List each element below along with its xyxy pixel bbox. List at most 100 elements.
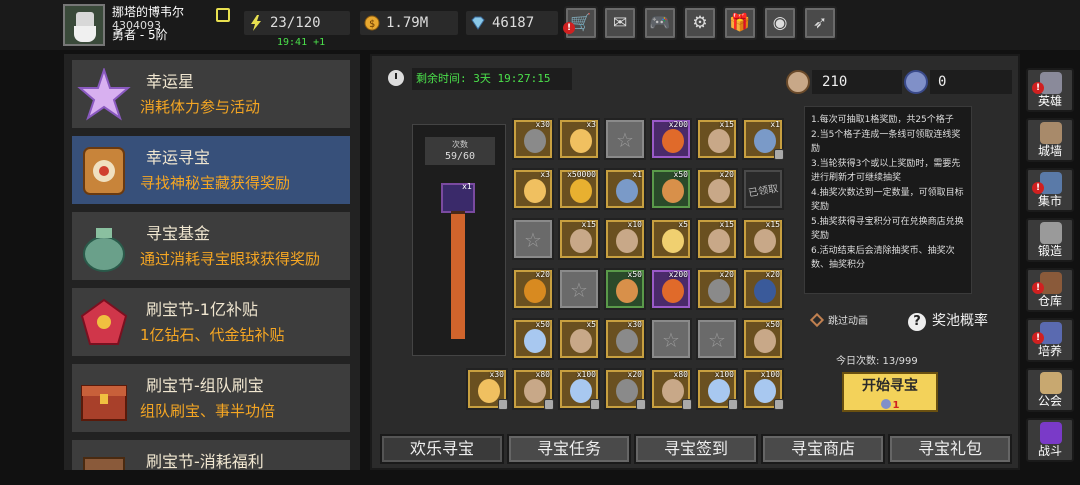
reward-item-icon bbox=[616, 229, 638, 253]
reward-count: x3 bbox=[586, 120, 596, 129]
reward-item-icon bbox=[524, 329, 546, 353]
reward-cell-claimed[interactable]: 已领取 bbox=[742, 168, 784, 210]
feather-button[interactable]: ➶ bbox=[803, 6, 837, 40]
event-subsidy[interactable]: 刷宝节-1亿补贴 1亿钻石、代金钻补贴 bbox=[72, 288, 350, 356]
reward-cell[interactable]: x3 bbox=[558, 118, 600, 160]
rule-line: 3.当轮获得3个或以上奖励时，需要先进行刷新才可继续抽奖 bbox=[811, 158, 961, 184]
reward-cell[interactable]: x20 bbox=[696, 168, 738, 210]
edit-icon[interactable] bbox=[216, 8, 230, 22]
reward-cell[interactable]: x30 bbox=[512, 118, 554, 160]
reward-cell[interactable]: x20 bbox=[604, 368, 646, 410]
reward-cell[interactable]: x50 bbox=[650, 168, 692, 210]
palette-button[interactable]: ◉ bbox=[763, 6, 797, 40]
settings-button[interactable]: ⚙ bbox=[683, 6, 717, 40]
reward-cell[interactable]: x3 bbox=[512, 168, 554, 210]
reward-cell[interactable]: x50000 bbox=[558, 168, 600, 210]
draw-coin-counter: 0 bbox=[904, 70, 1012, 94]
rules-box: 1.每次可抽取1格奖励，共25个格子 2.当5个格子连成一条线可领取连线奖励 3.当… bbox=[804, 106, 972, 294]
event-treasure-fund[interactable]: 寻宝基金 通过消耗寻宝眼球获得奖励 bbox=[72, 212, 350, 280]
event-lucky-treasure[interactable]: 幸运寻宝 寻找神秘宝藏获得奖励 bbox=[72, 136, 350, 204]
reward-count: x100 bbox=[576, 370, 596, 379]
rule-line: 2.当5个格子连成一条线可领取连线奖励 bbox=[811, 129, 961, 155]
reward-item-icon bbox=[754, 279, 776, 303]
nav-battle[interactable]: 战斗 bbox=[1026, 418, 1074, 462]
reward-cell[interactable]: x100 bbox=[742, 368, 784, 410]
event-team-farm[interactable]: 刷宝节-组队刷宝 组队刷宝、事半功倍 bbox=[72, 364, 350, 432]
reward-cell[interactable]: x100 bbox=[696, 368, 738, 410]
star-icon: ☆ bbox=[662, 328, 680, 352]
reward-cell[interactable]: x30 bbox=[604, 318, 646, 360]
guild-icon bbox=[1040, 372, 1062, 394]
nav-label: 英雄 bbox=[1037, 94, 1062, 108]
reward-cell[interactable]: x5 bbox=[558, 318, 600, 360]
reward-cell[interactable]: x20 bbox=[512, 268, 554, 310]
event-lucky-star[interactable]: 幸运星 消耗体力参与活动 bbox=[72, 60, 350, 128]
gift-button[interactable]: 🎁 bbox=[723, 6, 757, 40]
reward-cell[interactable]: x1 bbox=[604, 168, 646, 210]
reward-cell[interactable]: x1 bbox=[742, 118, 784, 160]
reward-cell[interactable]: x15 bbox=[696, 118, 738, 160]
reward-cell[interactable]: x100 bbox=[558, 368, 600, 410]
skip-animation-toggle[interactable]: 跳过动画 bbox=[809, 312, 868, 328]
reward-item-icon bbox=[570, 329, 592, 353]
nav-market[interactable]: ! 集市 bbox=[1026, 168, 1074, 212]
progress-label: 次数 59/60 bbox=[425, 137, 495, 165]
reward-cell[interactable]: x50 bbox=[604, 268, 646, 310]
progress-value: 59/60 bbox=[444, 151, 476, 162]
checkbox-icon bbox=[809, 312, 825, 328]
reward-item-icon bbox=[570, 229, 592, 253]
tab-treasure-shop[interactable]: 寻宝商店 bbox=[761, 434, 885, 464]
reward-cell[interactable]: x20 bbox=[696, 268, 738, 310]
pool-rate-label: 奖池概率 bbox=[932, 313, 988, 329]
event-title: 刷宝节-1亿补贴 bbox=[146, 300, 258, 319]
tab-treasure-checkin[interactable]: 寻宝签到 bbox=[634, 434, 758, 464]
lock-icon bbox=[728, 399, 738, 410]
nav-wall[interactable]: 城墙 bbox=[1026, 118, 1074, 162]
gamepad-button[interactable]: 🎮 bbox=[643, 6, 677, 40]
nav-label: 培养 bbox=[1037, 344, 1062, 358]
tab-happy-treasure[interactable]: 欢乐寻宝 bbox=[380, 434, 504, 464]
reward-cell[interactable]: x15 bbox=[558, 218, 600, 260]
reward-item-icon bbox=[662, 229, 684, 253]
nav-warehouse[interactable]: ! 仓库 bbox=[1026, 268, 1074, 312]
tab-bar: 欢乐寻宝 寻宝任务 寻宝签到 寻宝商店 寻宝礼包 bbox=[380, 434, 1014, 466]
nav-hero[interactable]: ! 英雄 bbox=[1026, 68, 1074, 112]
reward-cell-empty[interactable]: ☆ bbox=[558, 268, 600, 310]
shop-button[interactable]: 🛒! bbox=[563, 6, 598, 40]
start-treasure-button[interactable]: 开始寻宝 1 bbox=[842, 372, 938, 412]
reward-cell-empty[interactable]: ☆ bbox=[604, 118, 646, 160]
reward-cell[interactable]: x15 bbox=[696, 218, 738, 260]
reward-cell[interactable]: x200 bbox=[650, 118, 692, 160]
reward-cell[interactable]: x200 bbox=[650, 268, 692, 310]
reward-cell[interactable]: x50 bbox=[512, 318, 554, 360]
reward-item-icon bbox=[708, 229, 730, 253]
nav-guild[interactable]: 公会 bbox=[1026, 368, 1074, 412]
reward-count: x1 bbox=[770, 120, 780, 129]
reward-item-icon bbox=[478, 379, 500, 403]
reward-cell-empty[interactable]: ☆ bbox=[512, 218, 554, 260]
tab-treasure-tasks[interactable]: 寻宝任务 bbox=[507, 434, 631, 464]
event-consume-welfare[interactable]: 刷宝节-消耗福利 bbox=[72, 440, 350, 470]
progress-reward[interactable]: x1 bbox=[441, 182, 475, 213]
tab-treasure-pack[interactable]: 寻宝礼包 bbox=[888, 434, 1012, 464]
pool-rate-button[interactable]: ? 奖池概率 bbox=[908, 310, 988, 331]
reward-cell[interactable]: x10 bbox=[604, 218, 646, 260]
reward-cell-empty[interactable]: ☆ bbox=[650, 318, 692, 360]
claimed-label: 已领取 bbox=[747, 183, 780, 200]
reward-cell-empty[interactable]: ☆ bbox=[696, 318, 738, 360]
nav-train[interactable]: ! 培养 bbox=[1026, 318, 1074, 362]
draw-coin-icon bbox=[880, 399, 891, 409]
reward-cell[interactable]: x80 bbox=[512, 368, 554, 410]
event-desc: 消耗体力参与活动 bbox=[140, 98, 261, 116]
reward-cell[interactable]: x80 bbox=[650, 368, 692, 410]
player-avatar[interactable] bbox=[63, 4, 105, 46]
mail-button[interactable]: ✉ bbox=[603, 6, 637, 40]
reward-cell[interactable]: x20 bbox=[742, 268, 784, 310]
skip-label: 跳过动画 bbox=[828, 316, 868, 327]
reward-cell[interactable]: x50 bbox=[742, 318, 784, 360]
reward-cell[interactable]: x15 bbox=[742, 218, 784, 260]
reward-cell[interactable]: x30 bbox=[466, 368, 508, 410]
event-desc: 通过消耗寻宝眼球获得奖励 bbox=[140, 250, 321, 268]
reward-cell[interactable]: x5 bbox=[650, 218, 692, 260]
nav-forge[interactable]: 锻造 bbox=[1026, 218, 1074, 262]
